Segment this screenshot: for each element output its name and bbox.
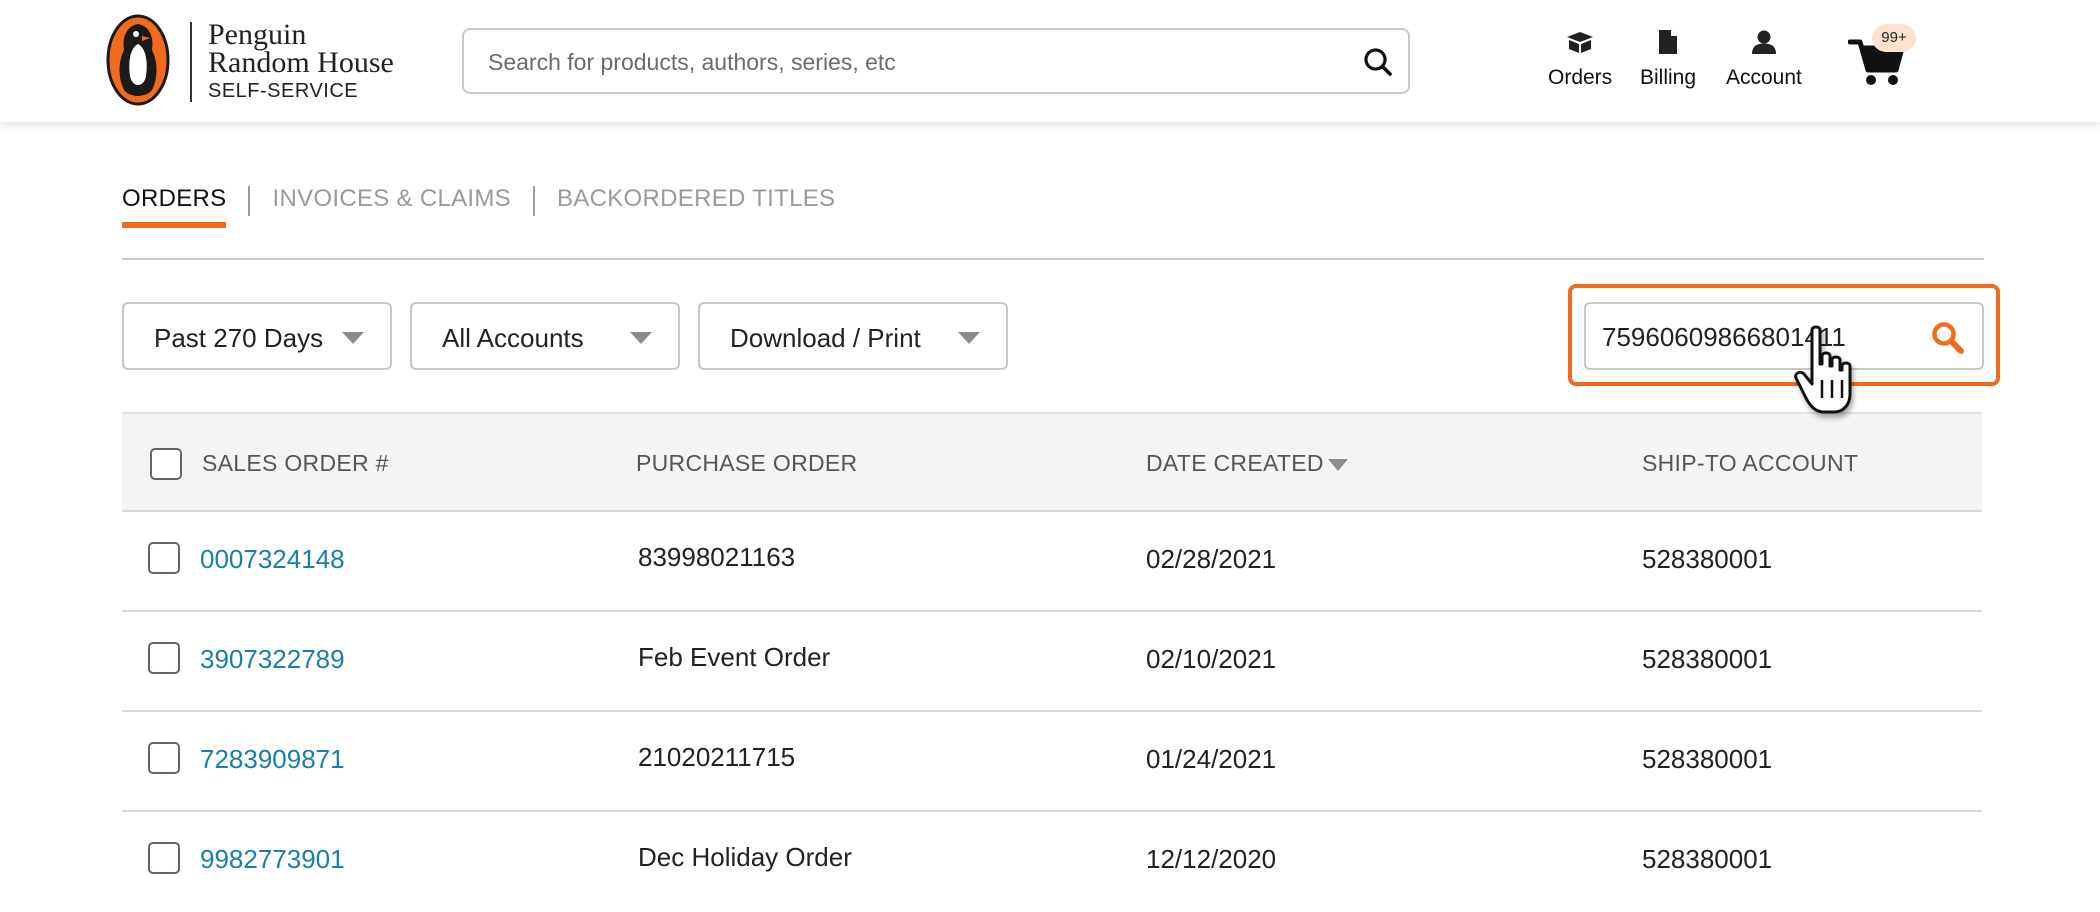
product-search-input[interactable] xyxy=(486,44,1326,80)
orders-tabs: ORDERS INVOICES & CLAIMS BACKORDERED TIT… xyxy=(122,184,835,234)
orders-table: SALES ORDER # PURCHASE ORDER DATE CREATE… xyxy=(122,412,1982,912)
order-search-box xyxy=(1584,302,1984,370)
penguin-logo-icon[interactable] xyxy=(106,14,170,106)
sales-order-link[interactable]: 0007324148 xyxy=(200,544,345,575)
nav-orders-label: Orders xyxy=(1548,66,1613,89)
date-range-value: Past 270 Days xyxy=(154,323,324,353)
row-checkbox[interactable] xyxy=(148,842,180,874)
nav-account[interactable]: Account xyxy=(1726,28,1802,90)
table-row: 0007324148 83998021163 02/28/2021 528380… xyxy=(122,512,1982,612)
column-header-ship-to-account[interactable]: SHIP-TO ACCOUNT xyxy=(1642,450,1858,477)
sales-order-link[interactable]: 9982773901 xyxy=(200,844,345,875)
ship-to-account-cell: 528380001 xyxy=(1642,844,1773,874)
sales-order-link[interactable]: 3907322789 xyxy=(200,644,345,675)
row-checkbox[interactable] xyxy=(148,642,180,674)
column-header-date-created-label: DATE CREATED xyxy=(1146,450,1324,476)
search-icon[interactable] xyxy=(1930,320,1966,356)
date-created-cell: 01/24/2021 xyxy=(1146,744,1277,774)
date-created-cell: 02/28/2021 xyxy=(1146,544,1277,574)
document-icon xyxy=(1653,28,1683,56)
table-row: 7283909871 21020211715 01/24/2021 528380… xyxy=(122,712,1982,812)
header-search-box xyxy=(462,28,1410,94)
site-header: Penguin Random House SELF-SERVICE Orders xyxy=(0,0,2100,122)
caret-down-icon xyxy=(342,332,364,344)
tabs-divider xyxy=(122,258,1984,260)
date-created-cell: 02/10/2021 xyxy=(1146,644,1277,674)
box-icon xyxy=(1565,28,1595,56)
select-all-checkbox[interactable] xyxy=(150,448,182,480)
accounts-dropdown[interactable]: All Accounts xyxy=(410,302,680,370)
download-print-label: Download / Print xyxy=(730,323,921,353)
purchase-order-cell: 83998021163 xyxy=(638,542,796,572)
purchase-order-cell: 21020211715 xyxy=(638,742,796,772)
search-icon[interactable] xyxy=(1360,44,1396,80)
date-created-cell: 12/12/2020 xyxy=(1146,844,1277,874)
order-search-input[interactable] xyxy=(1600,320,1920,354)
tab-invoices-claims[interactable]: INVOICES & CLAIMS xyxy=(272,184,511,226)
column-header-purchase-order[interactable]: PURCHASE ORDER xyxy=(636,450,857,477)
nav-billing[interactable]: Billing xyxy=(1640,28,1696,90)
accounts-value: All Accounts xyxy=(442,323,584,353)
hand-pointer-cursor-icon xyxy=(1790,324,1870,424)
tab-backordered-titles[interactable]: BACKORDERED TITLES xyxy=(557,184,835,226)
table-header: SALES ORDER # PURCHASE ORDER DATE CREATE… xyxy=(122,412,1982,512)
tab-separator xyxy=(248,186,251,216)
caret-down-icon xyxy=(958,332,980,344)
nav-orders[interactable]: Orders xyxy=(1548,28,1612,90)
table-row: 9982773901 Dec Holiday Order 12/12/2020 … xyxy=(122,812,1982,912)
download-print-dropdown[interactable]: Download / Print xyxy=(698,302,1008,370)
brand-name-line2: Random House xyxy=(208,46,394,79)
ship-to-account-cell: 528380001 xyxy=(1642,644,1773,674)
column-header-date-created[interactable]: DATE CREATED xyxy=(1146,450,1348,477)
column-header-sales-order[interactable]: SALES ORDER # xyxy=(202,450,389,477)
row-checkbox[interactable] xyxy=(148,542,180,574)
cart-count-badge: 99+ xyxy=(1872,24,1916,52)
sales-order-link[interactable]: 7283909871 xyxy=(200,744,345,775)
purchase-order-cell: Dec Holiday Order xyxy=(638,842,852,872)
nav-account-label: Account xyxy=(1726,66,1802,89)
date-range-dropdown[interactable]: Past 270 Days xyxy=(122,302,392,370)
ship-to-account-cell: 528380001 xyxy=(1642,744,1773,774)
brand-subtitle: SELF-SERVICE xyxy=(208,80,359,102)
tab-separator xyxy=(532,186,535,216)
user-icon xyxy=(1749,28,1779,56)
row-checkbox[interactable] xyxy=(148,742,180,774)
caret-down-icon xyxy=(630,332,652,344)
purchase-order-cell: Feb Event Order xyxy=(638,642,831,672)
tab-orders[interactable]: ORDERS xyxy=(122,184,227,228)
sort-descending-icon[interactable] xyxy=(1327,458,1348,471)
nav-billing-label: Billing xyxy=(1640,66,1697,89)
logo-divider xyxy=(190,22,192,102)
table-row: 3907322789 Feb Event Order 02/10/2021 52… xyxy=(122,612,1982,712)
ship-to-account-cell: 528380001 xyxy=(1642,544,1773,574)
